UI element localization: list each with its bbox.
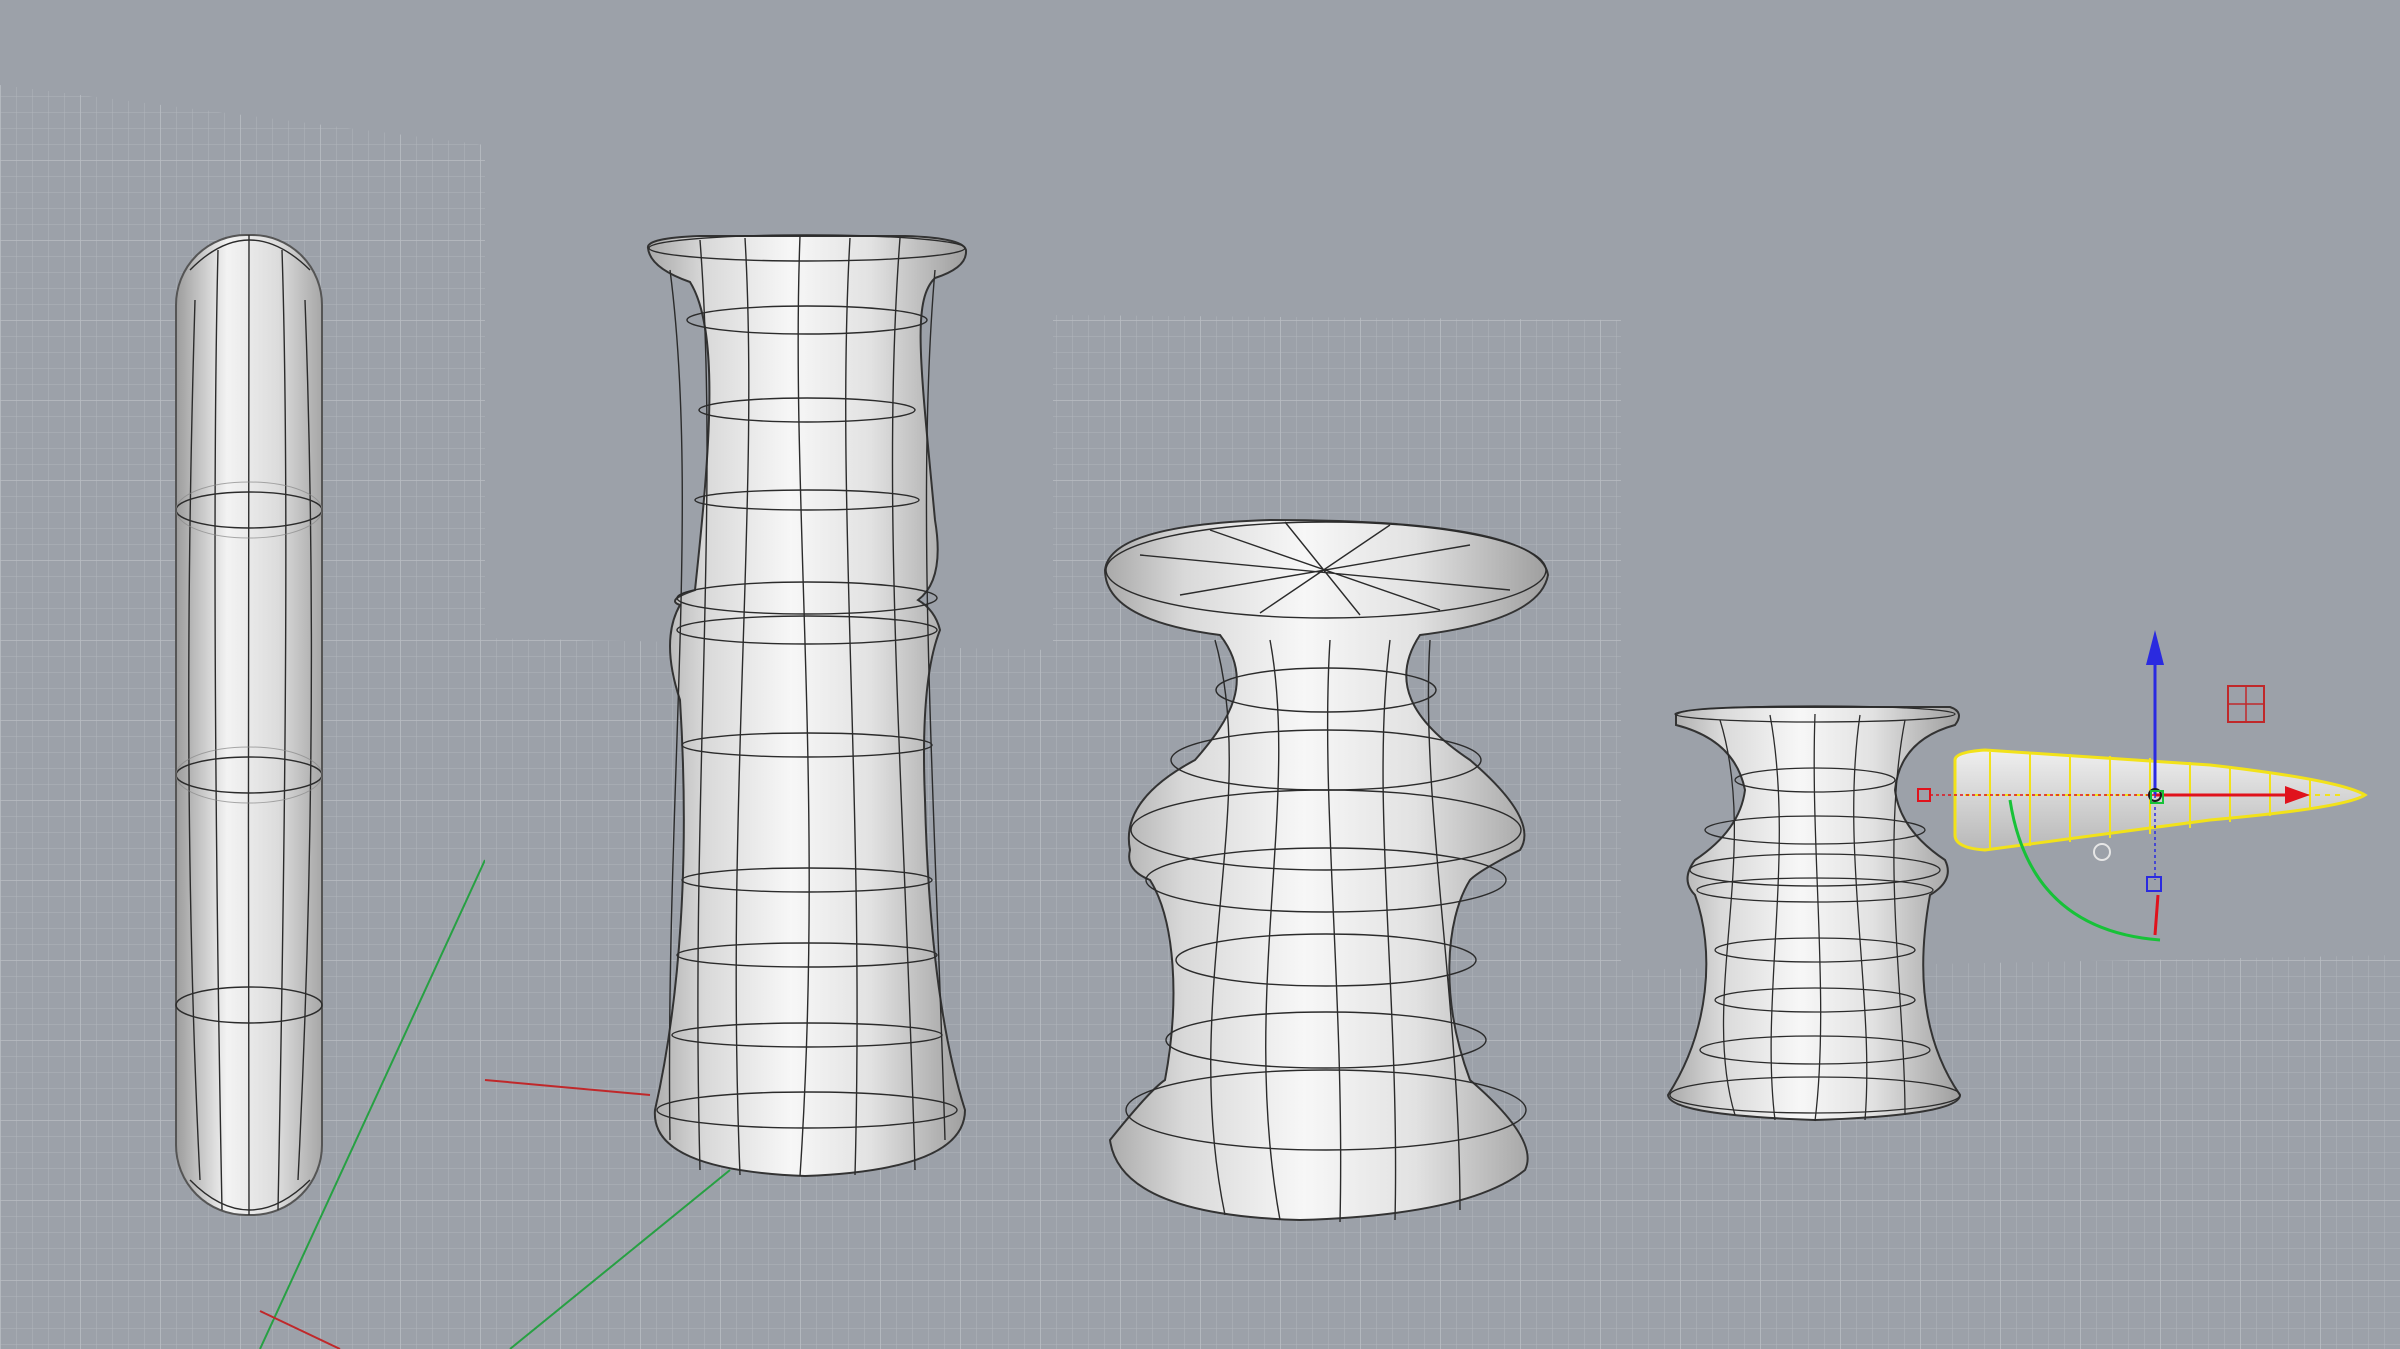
viewport-2[interactable]	[484, 0, 1053, 1349]
viewport-collage	[0, 0, 2400, 1349]
capsule-rod[interactable]	[175, 234, 323, 1216]
viewport-1[interactable]	[0, 0, 486, 1349]
scene-canvas	[0, 0, 2400, 1349]
viewport-3[interactable]	[1053, 0, 1621, 1349]
viewport-4[interactable]	[1621, 0, 2400, 1349]
